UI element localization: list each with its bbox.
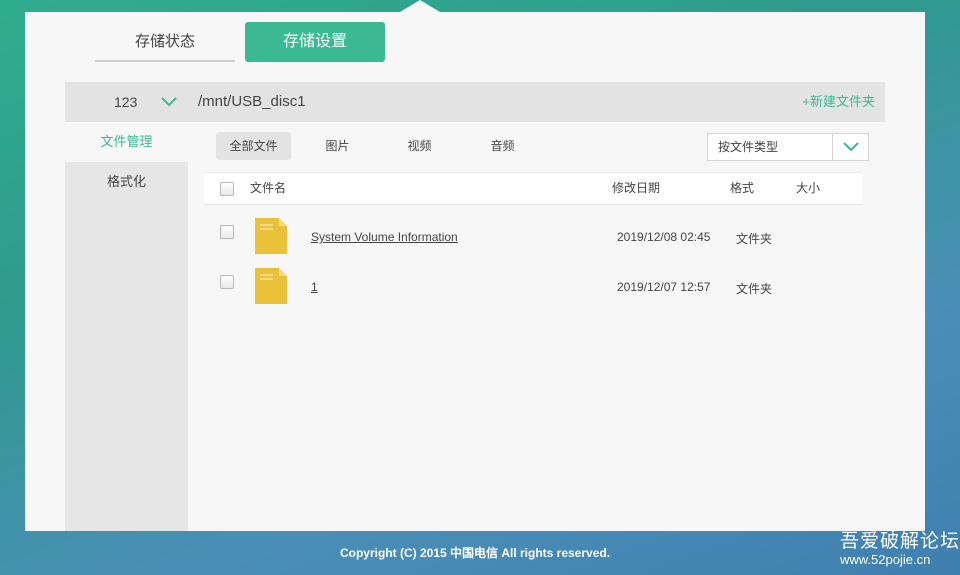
- tab-storage-settings[interactable]: 存储设置: [245, 22, 385, 62]
- chevron-down-icon[interactable]: [843, 140, 859, 154]
- table-row[interactable]: 1 2019/12/07 12:57 文件夹: [204, 264, 862, 314]
- filter-videos[interactable]: 视频: [382, 132, 457, 160]
- column-header-date[interactable]: 修改日期: [612, 173, 660, 204]
- file-name-link[interactable]: System Volume Information: [311, 230, 458, 244]
- new-folder-button[interactable]: +新建文件夹: [802, 82, 875, 122]
- folder-icon[interactable]: [255, 268, 287, 304]
- table-row[interactable]: System Volume Information 2019/12/08 02:…: [204, 214, 862, 264]
- watermark-title: 吾爱破解论坛: [840, 531, 960, 552]
- modified-date: 2019/12/07 12:57: [617, 280, 711, 294]
- sort-selected-value: 按文件类型: [718, 140, 779, 154]
- column-header-type[interactable]: 格式: [730, 173, 754, 204]
- sidebar-item-format[interactable]: 格式化: [65, 162, 188, 202]
- row-checkbox[interactable]: [220, 225, 234, 239]
- divider: [832, 134, 833, 160]
- column-header-size[interactable]: 大小: [796, 173, 820, 204]
- filter-images[interactable]: 图片: [300, 132, 375, 160]
- file-type: 文件夹: [736, 282, 773, 296]
- file-type: 文件夹: [736, 232, 773, 246]
- tab-storage-status[interactable]: 存储状态: [95, 24, 235, 62]
- sort-select[interactable]: 按文件类型: [707, 133, 869, 161]
- sidebar: 文件管理 格式化: [65, 122, 188, 531]
- folder-icon[interactable]: [255, 218, 287, 254]
- modified-date: 2019/12/08 02:45: [617, 230, 711, 244]
- sidebar-item-file-management[interactable]: 文件管理: [65, 122, 188, 162]
- current-path: /mnt/USB_disc1: [198, 93, 306, 110]
- column-header-name[interactable]: 文件名: [250, 173, 286, 204]
- copyright-footer: Copyright (C) 2015 中国电信 All rights reser…: [339, 546, 611, 560]
- chevron-down-icon[interactable]: [161, 95, 177, 109]
- filter-all-files[interactable]: 全部文件: [216, 132, 291, 160]
- file-name-link[interactable]: 1: [311, 280, 318, 294]
- row-checkbox[interactable]: [220, 275, 234, 289]
- select-all-checkbox[interactable]: [220, 182, 234, 196]
- path-bar: 123 /mnt/USB_disc1 +新建文件夹: [65, 82, 885, 122]
- filter-audio[interactable]: 音频: [465, 132, 540, 160]
- table-header: 文件名 修改日期 格式 大小: [204, 172, 862, 205]
- disk-name: 123: [114, 94, 138, 110]
- panel-notch: [400, 0, 440, 12]
- watermark-url: www.52pojie.cn: [840, 552, 931, 567]
